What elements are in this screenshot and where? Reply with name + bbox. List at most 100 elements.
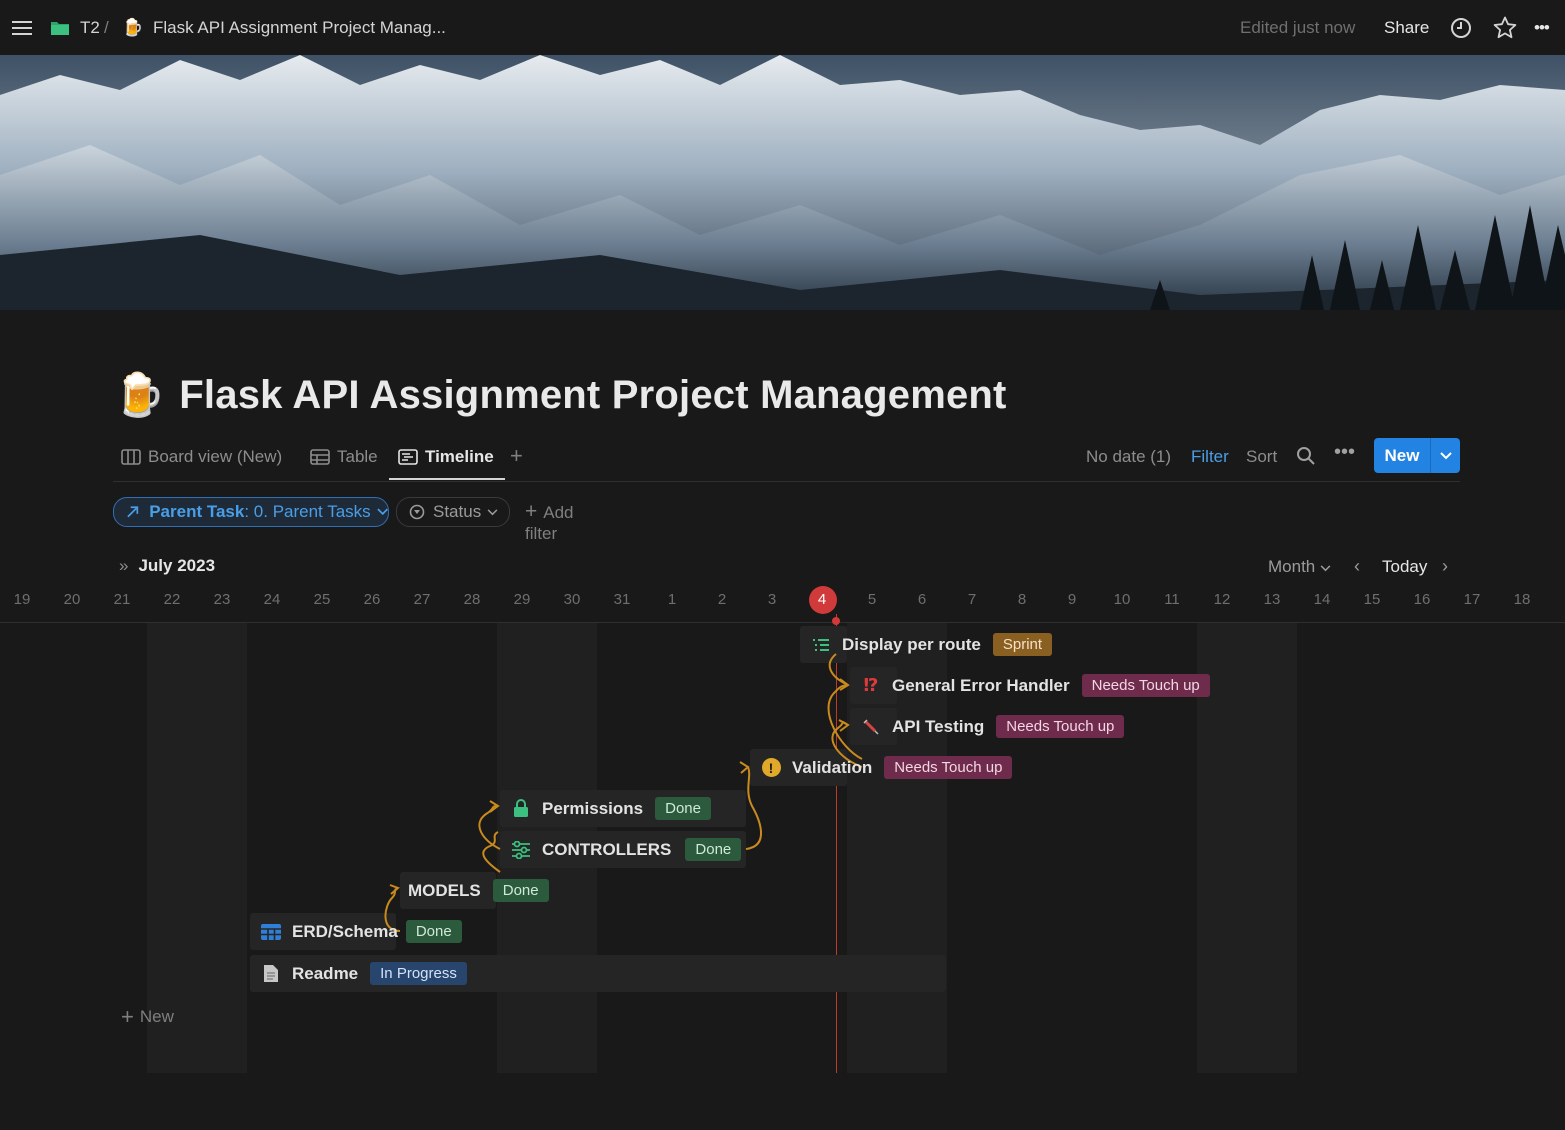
new-button[interactable]: New: [1374, 438, 1460, 473]
weekend-column: [1197, 623, 1297, 1073]
day-header: 19 20 21 22 23 24 25 26 27 28 29 30 31 1 2 3 4 5 6 7 8 9 10 11 1…: [0, 588, 1565, 612]
task-display-per-route[interactable]: Display per route Sprint: [810, 626, 1053, 663]
day-label: 6: [917, 591, 927, 608]
task-erd-schema[interactable]: ERD/Schema Done: [260, 913, 462, 950]
status-badge: Needs Touch up: [996, 715, 1125, 738]
day-label: 1: [667, 591, 677, 608]
day-label: 23: [213, 591, 231, 608]
status-badge: Done: [492, 879, 549, 902]
chevron-down-icon: [1320, 565, 1331, 572]
search-icon[interactable]: [1296, 446, 1316, 471]
day-label: 27: [413, 591, 431, 608]
no-date-button[interactable]: No date (1): [1086, 447, 1171, 467]
day-label: 22: [163, 591, 181, 608]
add-filter-button[interactable]: + Add filter: [525, 500, 574, 544]
sliders-icon: [510, 839, 532, 861]
day-label: 15: [1363, 591, 1381, 608]
beer-icon: 🍺: [122, 17, 144, 37]
tab-label: Timeline: [425, 447, 494, 466]
status-badge: In Progress: [370, 962, 467, 985]
day-label: 2: [717, 591, 727, 608]
task-name: Permissions: [542, 798, 644, 818]
day-label: 16: [1413, 591, 1431, 608]
more-icon[interactable]: •••: [1534, 0, 1550, 55]
board-icon: [121, 449, 141, 465]
menu-icon[interactable]: [12, 0, 34, 55]
lock-icon: [510, 798, 532, 820]
today-button[interactable]: Today: [1382, 557, 1427, 577]
sort-button[interactable]: Sort: [1246, 447, 1277, 467]
table-icon: [310, 449, 330, 465]
top-bar: T2 / 🍺 Flask API Assignment Project Mana…: [0, 0, 1565, 55]
timeline-month: » July 2023: [119, 556, 215, 576]
status-badge: Done: [405, 920, 462, 943]
header-divider: [0, 622, 1565, 623]
active-tab-indicator: [389, 478, 505, 480]
filter-value: : 0. Parent Tasks: [244, 502, 371, 521]
today-line: [836, 614, 837, 1073]
title-row: 🍺 Flask API Assignment Project Managemen…: [113, 368, 1007, 422]
day-label: 21: [113, 591, 131, 608]
breadcrumb-page[interactable]: Flask API Assignment Project Manag...: [153, 0, 446, 55]
chevron-right-icon[interactable]: ›: [1442, 556, 1448, 577]
clock-icon[interactable]: [1450, 0, 1472, 55]
scale-select[interactable]: Month: [1268, 557, 1331, 577]
add-view-icon[interactable]: +: [510, 443, 523, 469]
day-label: 3: [767, 591, 777, 608]
more-options-icon[interactable]: •••: [1334, 441, 1355, 464]
chevron-down-icon: [487, 508, 498, 515]
cover-image: [0, 55, 1565, 310]
status-filter[interactable]: Status: [396, 497, 510, 527]
task-name: CONTROLLERS: [542, 839, 672, 859]
day-label: 30: [563, 591, 581, 608]
breadcrumb-workspace[interactable]: T2: [80, 0, 100, 55]
tab-timeline[interactable]: Timeline: [398, 437, 494, 477]
day-label: 10: [1113, 591, 1131, 608]
day-label: 26: [363, 591, 381, 608]
task-permissions[interactable]: Permissions Done: [510, 790, 711, 827]
day-label: 28: [463, 591, 481, 608]
task-name: General Error Handler: [892, 675, 1070, 695]
day-label: 5: [867, 591, 877, 608]
timeline-icon: [398, 449, 418, 465]
parent-task-filter[interactable]: Parent Task: 0. Parent Tasks: [113, 497, 389, 527]
day-label: 12: [1213, 591, 1231, 608]
today-line-tip: [832, 617, 840, 625]
task-validation[interactable]: ! Validation Needs Touch up: [760, 749, 1013, 786]
tab-label: Table: [337, 447, 378, 466]
task-controllers[interactable]: CONTROLLERS Done: [510, 831, 742, 868]
alert-icon: ⁉: [863, 675, 879, 695]
view-toolbar: Board view (New) Table Timeline + No dat…: [113, 437, 1460, 482]
tab-board-view[interactable]: Board view (New): [121, 437, 282, 477]
task-general-error-handler[interactable]: ⁉ General Error Handler Needs Touch up: [860, 667, 1210, 704]
new-row-label: New: [139, 1007, 174, 1026]
status-badge: Sprint: [992, 633, 1053, 656]
task-name: API Testing: [892, 716, 985, 736]
expand-icon[interactable]: »: [119, 556, 128, 575]
page-title[interactable]: Flask API Assignment Project Management: [179, 373, 1006, 418]
plus-icon: +: [121, 1004, 134, 1029]
plus-icon: +: [525, 500, 538, 523]
day-label: 11: [1164, 591, 1180, 608]
add-new-row-button[interactable]: + New: [121, 1004, 174, 1030]
scale-label: Month: [1268, 557, 1316, 576]
chevron-down-icon[interactable]: [1430, 438, 1460, 473]
day-label: 18: [1513, 591, 1531, 608]
syringe-icon: [860, 716, 882, 738]
share-button[interactable]: Share: [1384, 0, 1429, 55]
day-label: 9: [1067, 591, 1077, 608]
star-icon[interactable]: [1493, 0, 1517, 55]
warning-icon: !: [760, 757, 782, 779]
beer-icon[interactable]: 🍺: [113, 371, 165, 420]
filter-button[interactable]: Filter: [1191, 447, 1229, 467]
chevron-down-icon: [376, 508, 388, 516]
tab-table[interactable]: Table: [310, 437, 378, 477]
chevron-left-icon[interactable]: ‹: [1354, 556, 1360, 577]
task-api-testing[interactable]: API Testing Needs Touch up: [860, 708, 1125, 745]
day-label: 19: [13, 591, 31, 608]
task-name: Validation: [792, 757, 873, 777]
warning-glyph: !: [761, 758, 781, 777]
task-readme[interactable]: Readme In Progress: [260, 955, 467, 992]
task-models[interactable]: MODELS Done: [408, 872, 549, 909]
day-label: 14: [1313, 591, 1331, 608]
